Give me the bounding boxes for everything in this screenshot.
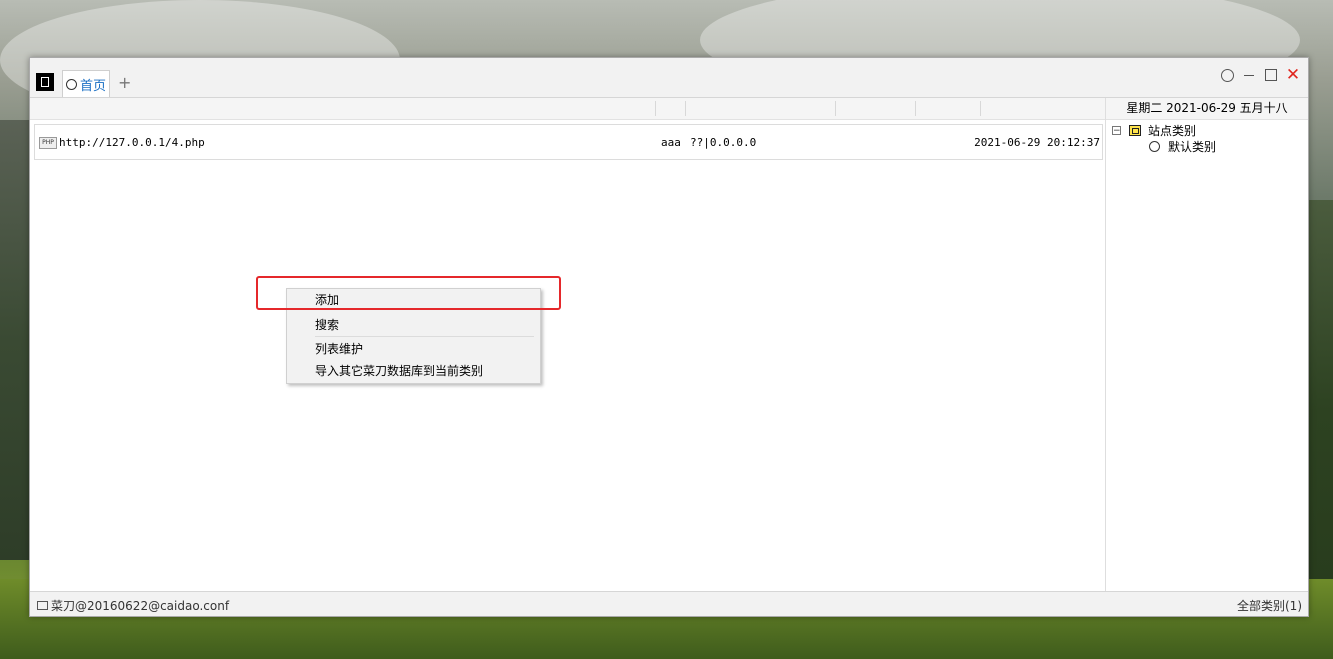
category-icon [1129, 125, 1141, 136]
tab-label: 首页 [80, 78, 107, 94]
background-rock-right [1307, 200, 1333, 620]
entry-url: http://127.0.0.1/4.php [59, 136, 205, 149]
add-tab-button[interactable]: + [118, 73, 131, 92]
entry-time: 2021-06-29 20:12:37 [974, 136, 1100, 149]
close-button[interactable]: ✕ [1286, 65, 1300, 85]
column-divider[interactable] [980, 101, 981, 116]
menu-item-search[interactable]: 搜索 [315, 315, 339, 335]
category-tree: − 站点类别 默认类别 [1110, 123, 1290, 155]
site-list: PHP http://127.0.0.1/4.php aaa ??|0.0.0.… [34, 124, 1103, 160]
category-circle-icon [1149, 141, 1160, 152]
menu-item-list-maintenance[interactable]: 列表维护 [315, 339, 363, 359]
column-divider[interactable] [685, 101, 686, 116]
tree-root[interactable]: − 站点类别 [1110, 123, 1290, 139]
status-bar: 菜刀@20160622@caidao.conf 全部类别(1) [30, 591, 1308, 616]
table-row[interactable]: PHP http://127.0.0.1/4.php aaa ??|0.0.0.… [35, 125, 1102, 159]
minimize-button[interactable] [1242, 68, 1256, 82]
category-sidebar: 星期二 2021-06-29 五月十八 − 站点类别 默认类别 [1105, 98, 1308, 591]
window-controls: ✕ [1220, 65, 1300, 85]
menu-separator [315, 336, 534, 337]
tree-child[interactable]: 默认类别 [1110, 139, 1290, 155]
tab-home[interactable]: 首页 [62, 70, 110, 97]
date-display: 星期二 2021-06-29 五月十八 [1106, 98, 1308, 120]
app-window: 首页 + ✕ PHP http://127.0.0.1/4.php aaa ??… [29, 57, 1309, 617]
column-divider[interactable] [835, 101, 836, 116]
collapse-icon[interactable]: − [1112, 126, 1121, 136]
background-rock-left [0, 120, 30, 560]
maximize-button[interactable] [1264, 68, 1278, 82]
menu-item-import-database[interactable]: 导入其它菜刀数据库到当前类别 [315, 361, 483, 381]
entry-ip: ??|0.0.0.0 [690, 136, 757, 149]
column-divider[interactable] [655, 101, 656, 116]
circle-icon[interactable] [1220, 68, 1234, 82]
tree-child-label: 默认类别 [1168, 140, 1217, 154]
status-category-count: 全部类别(1) [1237, 599, 1302, 613]
title-bar: 首页 + ✕ [30, 58, 1308, 98]
list-header [30, 98, 1105, 120]
tree-root-label: 站点类别 [1148, 124, 1197, 138]
folder-icon [37, 601, 48, 610]
entry-note: aaa [661, 136, 681, 149]
app-logo-icon [36, 73, 54, 91]
status-left: 菜刀@20160622@caidao.conf [37, 597, 229, 614]
column-divider[interactable] [915, 101, 916, 116]
highlight-box [256, 276, 561, 310]
php-icon: PHP [39, 137, 57, 149]
status-db-label: 菜刀@20160622@caidao.conf [51, 599, 230, 613]
tab-circle-icon [66, 78, 77, 90]
